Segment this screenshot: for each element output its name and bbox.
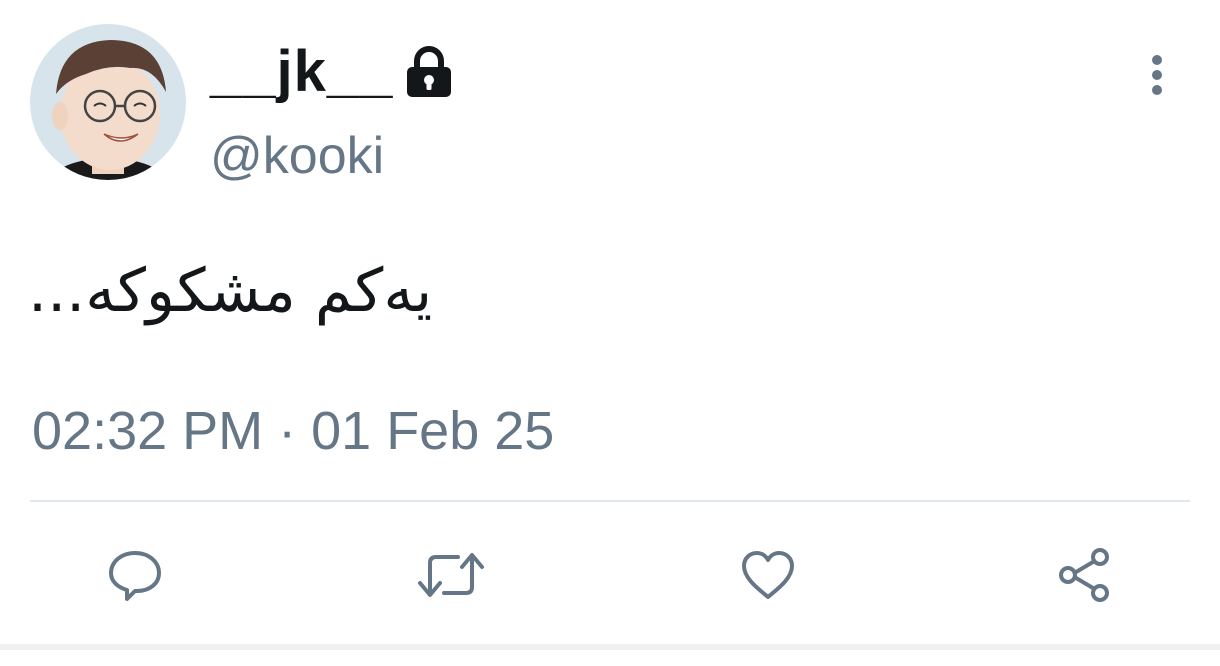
retweet-button[interactable] [416, 540, 486, 610]
speech-bubble-icon [109, 551, 161, 601]
avatar-photo [30, 24, 186, 180]
avatar[interactable] [30, 24, 186, 180]
tweet-timestamp[interactable]: 02:32 PM · 01 Feb 25 [32, 404, 554, 458]
display-name-row: __jk__ [210, 40, 453, 104]
retweet-arrows-icon [418, 553, 484, 597]
reply-button[interactable] [100, 540, 170, 610]
tweet-text: یەکم مشکوکە... [28, 256, 433, 326]
bottom-edge [0, 644, 1220, 650]
vertical-dots-icon[interactable] [1140, 50, 1174, 100]
display-name[interactable]: __jk__ [210, 43, 393, 101]
tweet-card: __jk__ @kooki یەکم مشکوکە... 02:32 PM · … [0, 0, 1220, 666]
divider [30, 500, 1190, 502]
user-handle[interactable]: @kooki [210, 130, 384, 182]
share-button[interactable] [1050, 540, 1120, 610]
share-icon [1059, 548, 1109, 602]
lock-icon [405, 45, 453, 99]
heart-icon [742, 551, 794, 599]
like-button[interactable] [733, 540, 803, 610]
